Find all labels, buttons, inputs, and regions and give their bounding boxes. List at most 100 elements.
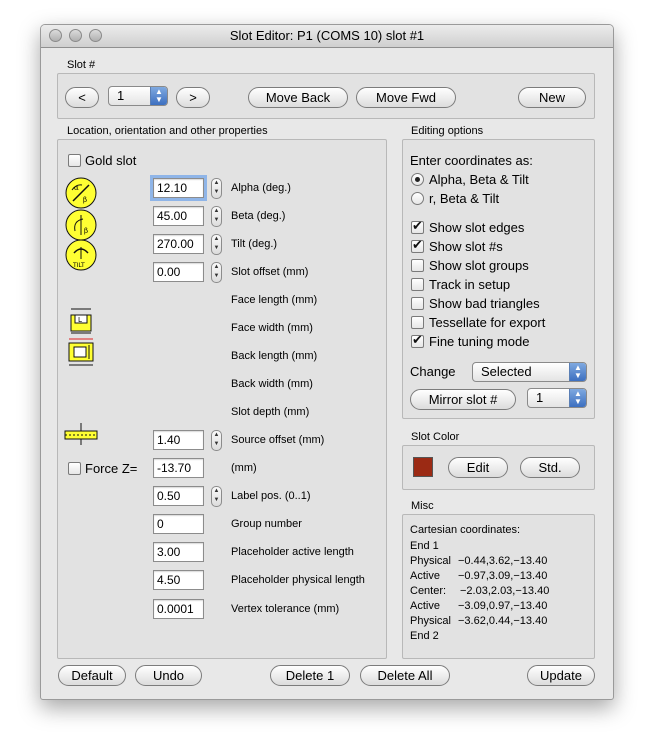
show-bad-triangles-checkbox[interactable] [411, 297, 424, 310]
force-z-field[interactable]: -13.70 [153, 458, 204, 478]
zoom-window-icon[interactable] [89, 29, 102, 42]
svg-text:TILT: TILT [72, 262, 85, 269]
radio-r-beta-tilt-label: r, Beta & Tilt [429, 191, 500, 206]
face-width-label: Face width (mm) [231, 322, 313, 334]
move-back-button[interactable]: Move Back [248, 87, 348, 108]
mirror-slot-button[interactable]: Mirror slot # [410, 389, 516, 410]
vertex-tolerance-label: Vertex tolerance (mm) [231, 603, 340, 615]
misc-line: Active −3.09,0.97,−13.40 [410, 600, 547, 612]
misc-line-value: −0.97,3.09,−13.40 [458, 570, 548, 582]
edit-color-button[interactable]: Edit [448, 457, 508, 478]
slot-depth-label: Slot depth (mm) [231, 406, 310, 418]
label-pos-label: Label pos. (0..1) [231, 490, 311, 502]
mirror-slot-value: 1 [536, 390, 544, 405]
back-width-label: Back width (mm) [231, 378, 313, 390]
mirror-slot-select[interactable]: 1 ▲ ▼ [527, 388, 587, 408]
label-pos-field[interactable]: 0.50 [153, 486, 204, 506]
misc-line: End 2 [410, 630, 458, 642]
placeholder-physical-field[interactable]: 4.50 [153, 570, 204, 590]
beta-label: Beta (deg.) [231, 210, 286, 222]
tessellate-export-label: Tessellate for export [429, 315, 546, 330]
popup-arrows-icon: ▲ ▼ [150, 87, 167, 105]
default-button[interactable]: Default [58, 665, 126, 686]
misc-line-label: Physical [410, 555, 451, 567]
force-z-label: Force Z= [85, 461, 138, 476]
misc-line-value: −2.03,2.03,−13.40 [460, 585, 550, 597]
misc-line-value: −3.62,0.44,−13.40 [458, 615, 548, 627]
change-select[interactable]: Selected ▲ ▼ [472, 362, 587, 382]
misc-line: Physical −0.44,3.62,−13.40 [410, 555, 547, 567]
cartesian-heading: Cartesian coordinates: [410, 524, 521, 536]
title-bar[interactable]: Slot Editor: P1 (COMS 10) slot #1 [41, 25, 613, 48]
label-pos-stepper[interactable]: ▲ ▼ [211, 486, 222, 507]
show-slot-groups-checkbox[interactable] [411, 259, 424, 272]
alpha-beta-icon: α β [65, 177, 97, 209]
misc-line-label: Active [410, 570, 440, 582]
misc-label: Misc [411, 500, 434, 512]
svg-text:β: β [83, 196, 87, 204]
delete-one-button[interactable]: Delete 1 [270, 665, 350, 686]
previous-slot-button[interactable]: < [65, 87, 99, 108]
alpha-stepper[interactable]: ▲ ▼ [211, 178, 222, 199]
fine-tuning-checkbox[interactable] [411, 332, 424, 348]
source-offset-stepper[interactable]: ▲ ▼ [211, 430, 222, 451]
face-dimension-icon: L [70, 308, 92, 334]
placeholder-physical-label: Placeholder physical length [231, 574, 365, 586]
force-z-checkbox[interactable] [68, 462, 81, 475]
slot-offset-field[interactable]: 0.00 [153, 262, 204, 282]
delete-all-button[interactable]: Delete All [360, 665, 450, 686]
popup-arrows-icon: ▲ ▼ [569, 389, 586, 407]
next-slot-button[interactable]: > [176, 87, 210, 108]
std-color-button[interactable]: Std. [520, 457, 580, 478]
close-window-icon[interactable] [49, 29, 62, 42]
radio-r-beta-tilt[interactable] [411, 192, 424, 205]
misc-line-label: Active [410, 600, 440, 612]
slot-offset-stepper[interactable]: ▲ ▼ [211, 262, 222, 283]
vertex-tolerance-field[interactable]: 0.0001 [153, 599, 204, 619]
slot-number-select[interactable]: 1 ▲ ▼ [108, 86, 168, 106]
undo-button[interactable]: Undo [135, 665, 202, 686]
radio-alpha-beta-tilt[interactable] [411, 173, 424, 186]
misc-line-label: End 1 [410, 540, 439, 552]
misc-line-value: −0.44,3.62,−13.40 [458, 555, 548, 567]
show-slot-nums-checkbox[interactable] [411, 237, 424, 253]
misc-line: Physical −3.62,0.44,−13.40 [410, 615, 547, 627]
slot-editor-window: Slot Editor: P1 (COMS 10) slot #1 Slot #… [40, 24, 614, 700]
gold-slot-label: Gold slot [85, 153, 137, 168]
misc-line-value: −3.09,0.97,−13.40 [458, 600, 548, 612]
svg-text:β: β [84, 227, 88, 235]
new-slot-button[interactable]: New [518, 87, 586, 108]
misc-line-label: End 2 [410, 630, 439, 642]
slot-color-swatch[interactable] [413, 457, 433, 477]
gold-slot-checkbox[interactable] [68, 154, 81, 167]
show-slot-nums-label: Show slot #s [429, 239, 503, 254]
update-button[interactable]: Update [527, 665, 595, 686]
tessellate-export-checkbox[interactable] [411, 316, 424, 329]
alpha-field[interactable]: 12.10 [150, 175, 207, 201]
alpha-label: Alpha (deg.) [231, 182, 291, 194]
source-offset-field[interactable]: 1.40 [153, 430, 204, 450]
misc-line: Active −0.97,3.09,−13.40 [410, 570, 547, 582]
beta-field[interactable]: 45.00 [153, 206, 204, 226]
placeholder-active-label: Placeholder active length [231, 546, 354, 558]
back-dimension-icon [68, 338, 94, 366]
minimize-window-icon[interactable] [69, 29, 82, 42]
tilt-stepper[interactable]: ▲ ▼ [211, 234, 222, 255]
source-offset-label: Source offset (mm) [231, 434, 325, 446]
location-group-label: Location, orientation and other properti… [67, 125, 268, 137]
tilt-label: Tilt (deg.) [231, 238, 278, 250]
window-title: Slot Editor: P1 (COMS 10) slot #1 [229, 28, 425, 43]
beta-stepper[interactable]: ▲ ▼ [211, 206, 222, 227]
slot-group-label: Slot # [67, 59, 96, 71]
track-in-setup-checkbox[interactable] [411, 278, 424, 291]
move-fwd-button[interactable]: Move Fwd [356, 87, 456, 108]
placeholder-active-field[interactable]: 3.00 [153, 542, 204, 562]
slot-number-value: 1 [117, 88, 125, 103]
tilt-field[interactable]: 270.00 [153, 234, 204, 254]
show-slot-edges-checkbox[interactable] [411, 218, 424, 234]
group-number-field[interactable]: 0 [153, 514, 204, 534]
change-label: Change [410, 364, 456, 379]
enter-coords-label: Enter coordinates as: [410, 153, 533, 168]
svg-text:L: L [78, 316, 82, 324]
misc-line-label: Physical [410, 615, 451, 627]
